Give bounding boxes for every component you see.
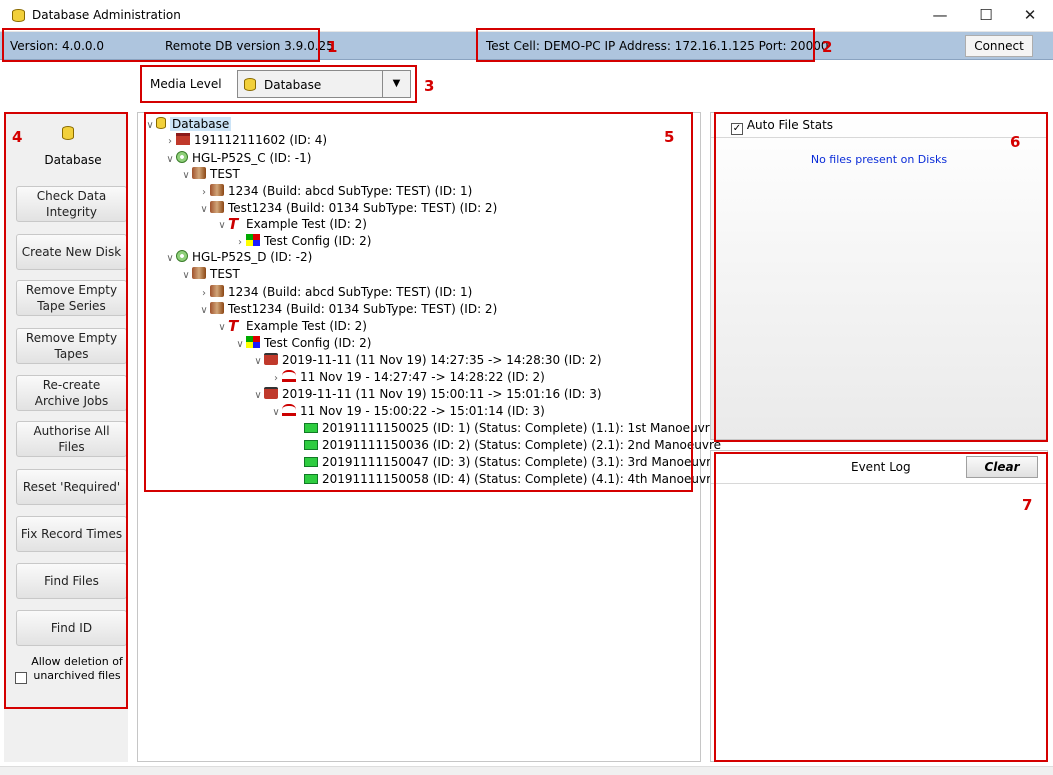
annotation-box bbox=[4, 112, 128, 709]
annotation-number: 4 bbox=[12, 128, 23, 146]
status-bar bbox=[0, 766, 1053, 775]
annotation-box bbox=[144, 112, 693, 492]
annotation-number: 7 bbox=[1022, 496, 1033, 514]
annotation-number: 1 bbox=[327, 38, 338, 56]
annotation-number: 2 bbox=[822, 38, 833, 56]
minimize-icon[interactable]: — bbox=[917, 0, 963, 32]
maximize-icon[interactable]: ☐ bbox=[963, 0, 1009, 32]
connect-button[interactable]: Connect bbox=[965, 35, 1033, 57]
annotation-number: 3 bbox=[424, 77, 435, 95]
close-icon[interactable]: ✕ bbox=[1007, 0, 1053, 32]
database-icon bbox=[12, 9, 25, 22]
annotation-box bbox=[476, 28, 815, 62]
annotation-box bbox=[140, 65, 417, 103]
annotation-number: 6 bbox=[1010, 133, 1021, 151]
annotation-box bbox=[2, 28, 320, 62]
annotation-number: 5 bbox=[664, 128, 675, 146]
annotation-box bbox=[714, 452, 1048, 762]
window-title: Database Administration bbox=[32, 8, 181, 22]
annotation-box bbox=[714, 112, 1048, 442]
